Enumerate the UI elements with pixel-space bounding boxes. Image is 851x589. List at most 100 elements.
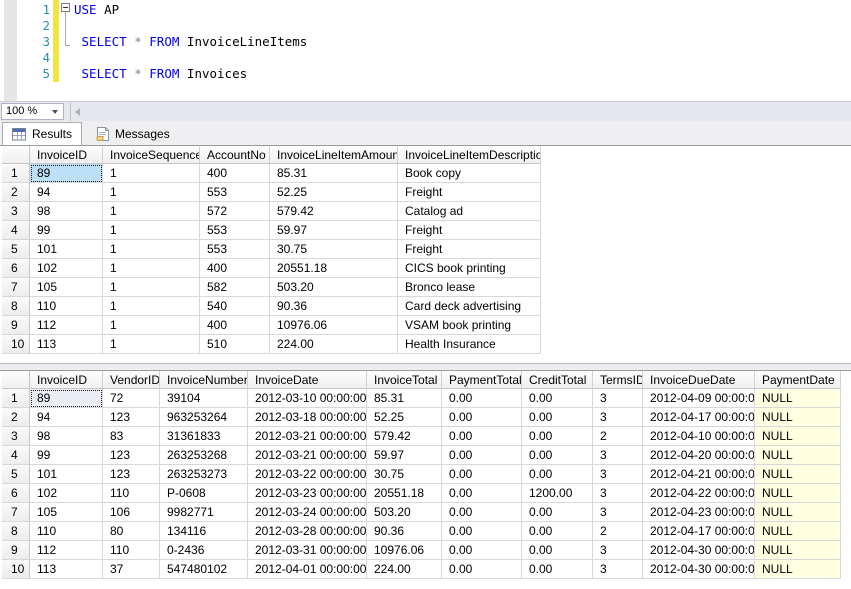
cell[interactable]: 106	[103, 503, 160, 522]
cell[interactable]: 263253273	[160, 465, 248, 484]
cell[interactable]: 2012-03-10 00:00:00	[248, 389, 367, 408]
results-grid-line-items[interactable]: InvoiceIDInvoiceSequenceAccountNoInvoice…	[0, 145, 851, 363]
cell[interactable]: Health Insurance	[398, 335, 541, 354]
cell[interactable]: 80	[103, 522, 160, 541]
cell[interactable]: 94	[30, 183, 103, 202]
cell[interactable]: Freight	[398, 221, 541, 240]
cell[interactable]: 2012-04-20 00:00:00	[643, 446, 755, 465]
cell[interactable]: 2012-04-01 00:00:00	[248, 560, 367, 579]
row-header[interactable]: 2	[2, 408, 30, 427]
cell[interactable]: 2012-04-23 00:00:00	[643, 503, 755, 522]
cell[interactable]: 112	[30, 316, 103, 335]
cell[interactable]: 37	[103, 560, 160, 579]
cell[interactable]: 0.00	[522, 560, 593, 579]
cell[interactable]: 10976.06	[270, 316, 398, 335]
cell[interactable]: 400	[200, 164, 270, 183]
cell[interactable]: 2	[593, 427, 643, 446]
cell[interactable]: 547480102	[160, 560, 248, 579]
cell[interactable]: NULL	[755, 522, 841, 541]
results-grid-invoices[interactable]: InvoiceIDVendorIDInvoiceNumberInvoiceDat…	[0, 370, 851, 579]
row-header[interactable]: 5	[2, 240, 30, 259]
cell[interactable]: 3	[593, 465, 643, 484]
tab-results[interactable]: Results	[2, 122, 82, 145]
cell[interactable]: 0.00	[522, 503, 593, 522]
cell[interactable]: 2012-03-28 00:00:00	[248, 522, 367, 541]
cell[interactable]: 0.00	[442, 484, 522, 503]
cell[interactable]: 540	[200, 297, 270, 316]
cell[interactable]: 98	[30, 202, 103, 221]
cell[interactable]: CICS book printing	[398, 259, 541, 278]
column-header[interactable]: PaymentTotal	[442, 371, 522, 389]
cell[interactable]: 3	[593, 541, 643, 560]
cell[interactable]: 101	[30, 465, 103, 484]
cell[interactable]: 105	[30, 278, 103, 297]
cell[interactable]: 963253264	[160, 408, 248, 427]
cell[interactable]: 3	[593, 503, 643, 522]
column-header[interactable]: InvoiceNumber	[160, 371, 248, 389]
cell[interactable]: 503.20	[367, 503, 442, 522]
column-header[interactable]: InvoiceID	[30, 371, 103, 389]
column-header[interactable]: InvoiceSequence	[103, 146, 200, 164]
cell[interactable]: 110	[103, 541, 160, 560]
cell[interactable]: 2012-04-30 00:00:00	[643, 541, 755, 560]
row-header[interactable]: 2	[2, 183, 30, 202]
cell[interactable]: Freight	[398, 240, 541, 259]
column-header[interactable]: InvoiceID	[30, 146, 103, 164]
cell[interactable]: 0.00	[442, 408, 522, 427]
cell[interactable]: 0.00	[442, 522, 522, 541]
cell[interactable]: 0.00	[522, 465, 593, 484]
cell[interactable]: 503.20	[270, 278, 398, 297]
cell[interactable]: 113	[30, 560, 103, 579]
cell[interactable]: 2012-04-30 00:00:00	[643, 560, 755, 579]
cell[interactable]: 59.97	[270, 221, 398, 240]
cell[interactable]: 224.00	[270, 335, 398, 354]
cell[interactable]: 20551.18	[270, 259, 398, 278]
cell[interactable]: 3	[593, 484, 643, 503]
cell[interactable]: 510	[200, 335, 270, 354]
column-header[interactable]: InvoiceLineItemDescription	[398, 146, 541, 164]
cell[interactable]: 0.00	[522, 541, 593, 560]
cell[interactable]: 3	[593, 389, 643, 408]
cell[interactable]: 1	[103, 221, 200, 240]
cell[interactable]: NULL	[755, 465, 841, 484]
row-header[interactable]: 10	[2, 560, 30, 579]
cell[interactable]: 0.00	[442, 465, 522, 484]
cell[interactable]: 579.42	[367, 427, 442, 446]
cell[interactable]: Book copy	[398, 164, 541, 183]
cell[interactable]: NULL	[755, 408, 841, 427]
cell[interactable]: NULL	[755, 389, 841, 408]
column-header[interactable]: VendorID	[103, 371, 160, 389]
cell[interactable]: 99	[30, 446, 103, 465]
cell[interactable]: 2012-03-22 00:00:00	[248, 465, 367, 484]
cell[interactable]: 0.00	[522, 427, 593, 446]
cell[interactable]: 89	[30, 389, 103, 408]
cell[interactable]: 110	[103, 484, 160, 503]
column-header[interactable]: InvoiceDate	[248, 371, 367, 389]
chevron-down-icon[interactable]	[49, 105, 62, 118]
cell[interactable]: 0.00	[522, 408, 593, 427]
cell[interactable]: 112	[30, 541, 103, 560]
cell[interactable]: 0.00	[442, 446, 522, 465]
cell[interactable]: 39104	[160, 389, 248, 408]
row-header[interactable]: 7	[2, 278, 30, 297]
cell[interactable]: 3	[593, 446, 643, 465]
cell[interactable]: 90.36	[270, 297, 398, 316]
cell[interactable]: 101	[30, 240, 103, 259]
cell[interactable]: 582	[200, 278, 270, 297]
cell[interactable]: NULL	[755, 427, 841, 446]
cell[interactable]: 89	[30, 164, 103, 183]
cell[interactable]: 102	[30, 259, 103, 278]
cell[interactable]: 2012-03-23 00:00:00	[248, 484, 367, 503]
cell[interactable]: 90.36	[367, 522, 442, 541]
row-header[interactable]: 9	[2, 316, 30, 335]
row-header[interactable]: 5	[2, 465, 30, 484]
column-header[interactable]: CreditTotal	[522, 371, 593, 389]
cell[interactable]: 105	[30, 503, 103, 522]
cell[interactable]: 3	[593, 560, 643, 579]
cell[interactable]: 94	[30, 408, 103, 427]
row-header[interactable]: 8	[2, 522, 30, 541]
cell[interactable]: VSAM book printing	[398, 316, 541, 335]
cell[interactable]: 113	[30, 335, 103, 354]
cell[interactable]: 72	[103, 389, 160, 408]
cell[interactable]: 2012-03-31 00:00:00	[248, 541, 367, 560]
